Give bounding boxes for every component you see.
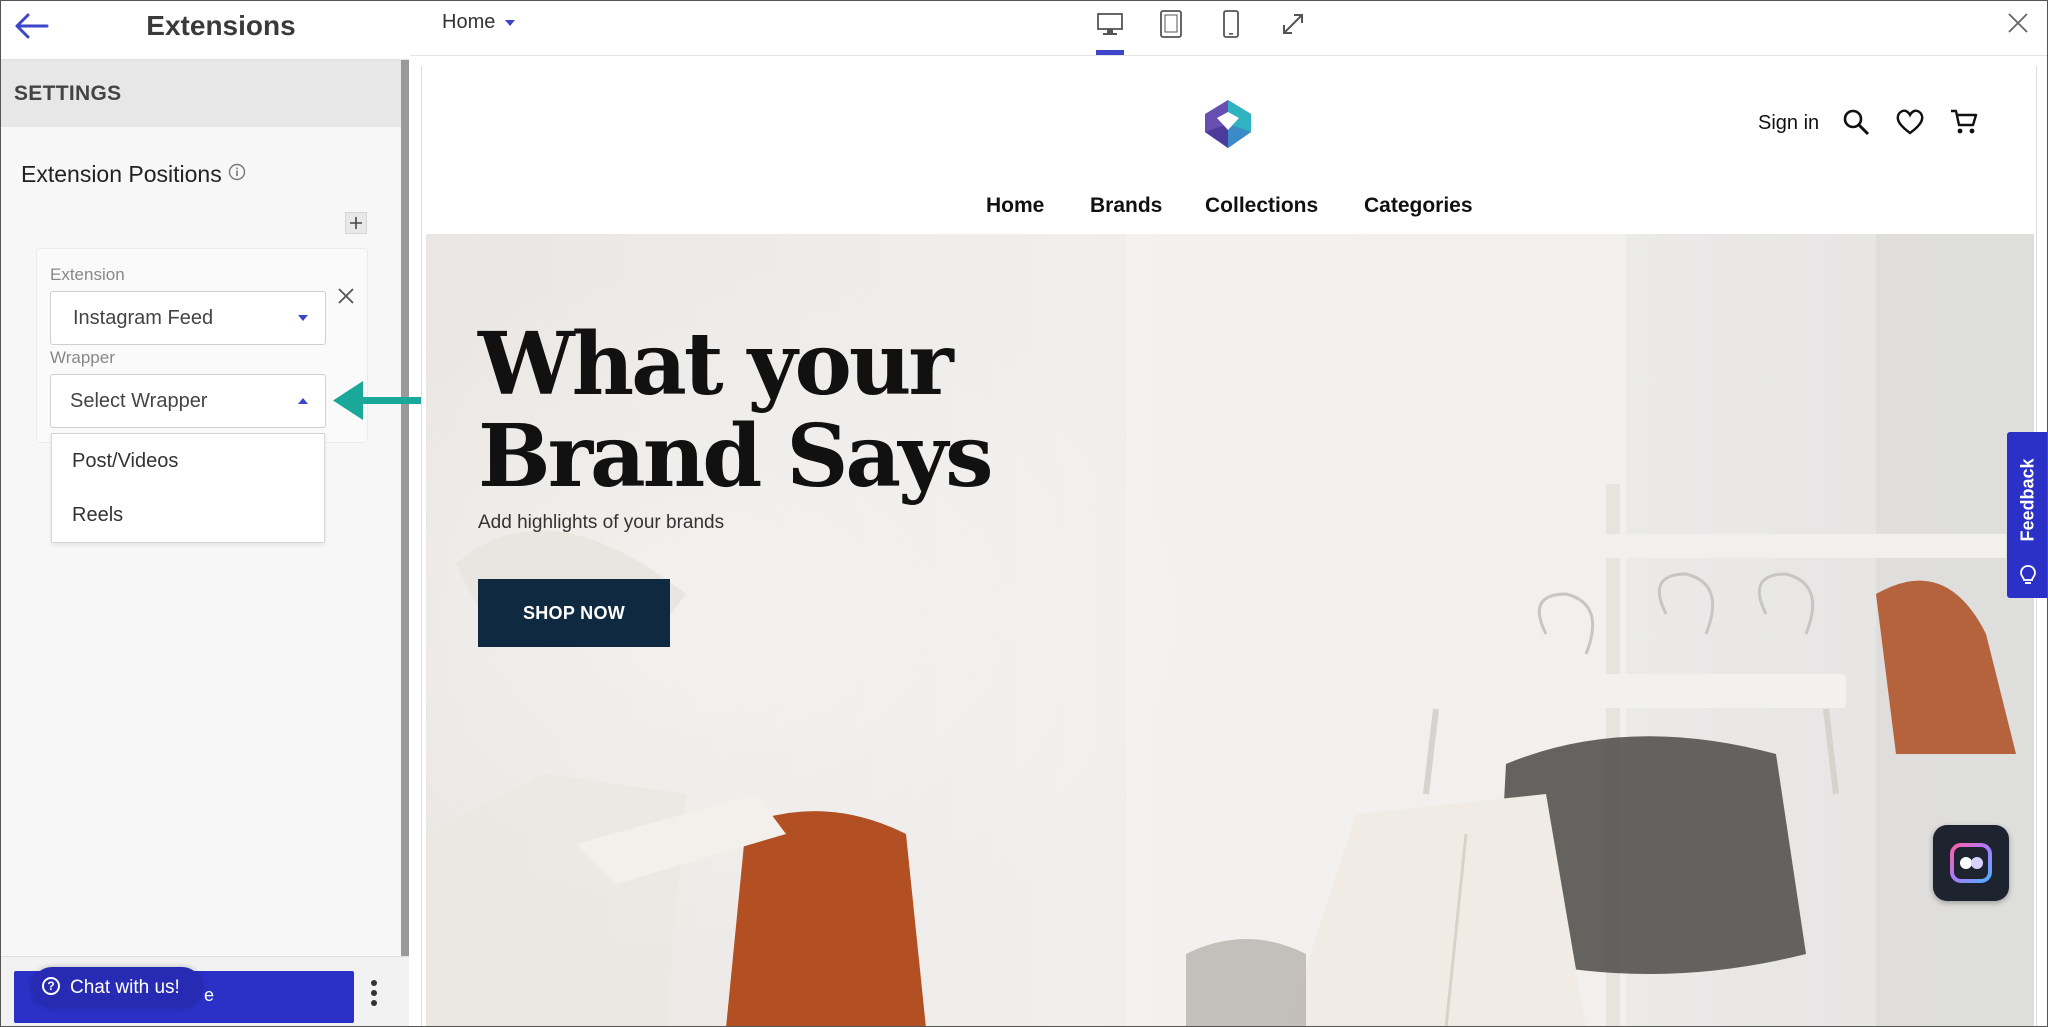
desktop-icon[interactable] bbox=[1095, 9, 1125, 39]
mobile-icon[interactable] bbox=[1216, 9, 1246, 39]
active-device-indicator bbox=[1096, 50, 1124, 55]
extension-select-value: Instagram Feed bbox=[73, 307, 214, 329]
tablet-icon[interactable] bbox=[1156, 9, 1186, 39]
wrapper-field-label: Wrapper bbox=[50, 348, 115, 367]
caret-down-icon bbox=[505, 19, 516, 26]
help-icon: ? bbox=[42, 977, 60, 995]
panel-scrollbar[interactable] bbox=[401, 1, 409, 956]
hero-banner: What your Brand Says Add highlights of y… bbox=[426, 234, 2034, 1026]
sidebar-header: Extensions bbox=[1, 1, 409, 60]
nav-brands[interactable]: Brands bbox=[1090, 194, 1162, 218]
feedback-tab[interactable]: Feedback bbox=[2007, 432, 2047, 598]
wishlist-heart-icon[interactable] bbox=[1895, 107, 1925, 137]
app-window: Extensions SETTINGS Extension Positions … bbox=[0, 0, 2048, 1027]
chevron-up-icon bbox=[298, 398, 308, 404]
chat-label: Chat with us! bbox=[70, 977, 180, 998]
shop-now-button[interactable]: SHOP NOW bbox=[478, 579, 670, 647]
ai-assistant-button[interactable] bbox=[1933, 825, 2009, 901]
nav-collections[interactable]: Collections bbox=[1205, 194, 1318, 218]
chat-with-us-button[interactable]: ? Chat with us! bbox=[32, 967, 202, 1007]
page-selector-value: Home bbox=[442, 11, 496, 33]
add-extension-button[interactable] bbox=[345, 212, 367, 234]
nav-home[interactable]: Home bbox=[986, 194, 1044, 218]
extension-positions-title: Extension Positions bbox=[21, 161, 222, 187]
dropdown-option-reels[interactable]: Reels bbox=[72, 504, 123, 527]
hero-title: What your Brand Says bbox=[478, 314, 994, 507]
dropdown-option-post-videos[interactable]: Post/Videos bbox=[72, 450, 178, 473]
search-icon[interactable] bbox=[1841, 107, 1871, 137]
remove-extension-icon[interactable] bbox=[336, 286, 356, 306]
settings-section-header: SETTINGS bbox=[1, 60, 401, 127]
wrapper-select-placeholder: Select Wrapper bbox=[70, 390, 208, 412]
expand-icon[interactable] bbox=[1278, 9, 1308, 39]
nav-categories[interactable]: Categories bbox=[1364, 194, 1473, 218]
info-icon[interactable] bbox=[228, 163, 246, 181]
cart-icon[interactable] bbox=[1949, 107, 1979, 137]
more-options-icon[interactable] bbox=[367, 976, 381, 1016]
wrapper-select[interactable]: Select Wrapper bbox=[50, 374, 326, 428]
hero-subtitle: Add highlights of your brands bbox=[478, 512, 725, 533]
primary-action-label: e bbox=[203, 985, 214, 1005]
extension-field-label: Extension bbox=[50, 265, 125, 284]
lightbulb-icon bbox=[2020, 565, 2036, 584]
settings-label: SETTINGS bbox=[14, 82, 122, 105]
page-selector[interactable]: Home bbox=[442, 11, 516, 34]
assistant-icon bbox=[1950, 843, 1992, 883]
close-icon[interactable] bbox=[2007, 12, 2029, 34]
wrapper-dropdown-menu: Post/Videos Reels bbox=[51, 433, 325, 543]
panel-title: Extensions bbox=[146, 10, 296, 41]
extension-select[interactable]: Instagram Feed bbox=[50, 291, 326, 345]
sign-in-link[interactable]: Sign in bbox=[1758, 112, 1819, 135]
feedback-label: Feedback bbox=[2017, 458, 2038, 542]
chevron-down-icon bbox=[298, 315, 308, 321]
store-logo[interactable] bbox=[1199, 94, 1257, 152]
